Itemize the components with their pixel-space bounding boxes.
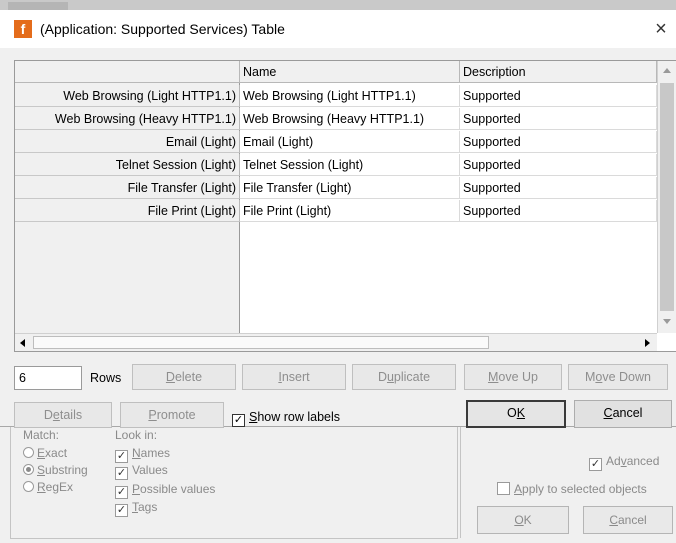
radio-icon bbox=[23, 447, 34, 458]
checkmark-icon: ✓ bbox=[589, 458, 602, 471]
match-regex-radio[interactable]: RegEx bbox=[23, 480, 73, 494]
find-ok-button[interactable]: OK bbox=[477, 506, 569, 534]
cell-name[interactable]: File Print (Light) bbox=[240, 200, 460, 222]
table-corner-header[interactable] bbox=[15, 61, 240, 83]
background-window-edge bbox=[8, 2, 68, 10]
column-header-description[interactable]: Description bbox=[460, 61, 657, 83]
dialog-title: (Application: Supported Services) Table bbox=[40, 21, 285, 37]
match-exact-radio[interactable]: Exact bbox=[23, 446, 67, 460]
row-label[interactable]: File Print (Light) bbox=[15, 200, 240, 222]
look-in-names-checkbox[interactable]: ✓ Names bbox=[115, 446, 170, 463]
match-substring-radio[interactable]: Substring bbox=[23, 463, 88, 477]
details-button[interactable]: Details bbox=[14, 402, 112, 428]
row-label[interactable]: Email (Light) bbox=[15, 131, 240, 153]
ok-button[interactable]: OK bbox=[466, 400, 566, 428]
delete-button[interactable]: Delete bbox=[132, 364, 236, 390]
move-up-button[interactable]: Move Up bbox=[464, 364, 562, 390]
cell-name[interactable]: File Transfer (Light) bbox=[240, 177, 460, 199]
horizontal-scrollbar[interactable] bbox=[15, 333, 657, 351]
checkmark-icon: ✓ bbox=[115, 486, 128, 499]
rows-label: Rows bbox=[90, 371, 122, 385]
close-icon[interactable]: × bbox=[650, 16, 672, 42]
insert-button[interactable]: Insert bbox=[242, 364, 346, 390]
horizontal-scroll-thumb[interactable] bbox=[33, 336, 489, 349]
scroll-down-arrow-icon[interactable] bbox=[663, 319, 671, 324]
cell-name[interactable]: Telnet Session (Light) bbox=[240, 154, 460, 176]
row-label[interactable]: Telnet Session (Light) bbox=[15, 154, 240, 176]
cell-name[interactable]: Email (Light) bbox=[240, 131, 460, 153]
checkmark-icon: ✓ bbox=[115, 467, 128, 480]
cancel-button[interactable]: Cancel bbox=[574, 400, 672, 428]
look-in-values-checkbox[interactable]: ✓ Values bbox=[115, 463, 168, 480]
advanced-checkbox[interactable]: ✓ Advanced bbox=[589, 454, 659, 471]
column-header-name[interactable]: Name bbox=[240, 61, 460, 83]
checkbox-icon bbox=[497, 482, 510, 495]
table-dialog: f (Application: Supported Services) Tabl… bbox=[0, 10, 676, 428]
cell-description[interactable]: Supported bbox=[460, 154, 657, 176]
vertical-scrollbar[interactable] bbox=[657, 61, 676, 333]
look-in-label: Look in: bbox=[115, 428, 158, 442]
cell-description[interactable]: Supported bbox=[460, 131, 657, 153]
scroll-left-arrow-icon[interactable] bbox=[20, 339, 25, 347]
radio-selected-icon bbox=[23, 464, 34, 475]
cell-name[interactable]: Web Browsing (Light HTTP1.1) bbox=[240, 85, 460, 107]
row-label[interactable]: Web Browsing (Heavy HTTP1.1) bbox=[15, 108, 240, 130]
title-bar[interactable]: f (Application: Supported Services) Tabl… bbox=[0, 10, 676, 48]
scroll-up-arrow-icon[interactable] bbox=[663, 68, 671, 73]
services-table[interactable]: Name Description Web Browsing (Light HTT… bbox=[14, 60, 676, 352]
checkmark-icon: ✓ bbox=[232, 414, 245, 427]
show-row-labels-checkbox[interactable]: ✓ Show row labels bbox=[232, 410, 340, 427]
find-options-panel: Match: Look in: Exact Substring RegEx ✓ N… bbox=[10, 426, 458, 539]
find-actions-panel: ✓ Advanced Apply to selected objects OK C… bbox=[460, 426, 676, 538]
checkmark-icon: ✓ bbox=[115, 450, 128, 463]
radio-icon bbox=[23, 481, 34, 492]
cell-description[interactable]: Supported bbox=[460, 85, 657, 107]
rows-count-input[interactable]: 6 bbox=[14, 366, 82, 390]
duplicate-button[interactable]: Duplicate bbox=[352, 364, 456, 390]
promote-button[interactable]: Promote bbox=[120, 402, 224, 428]
cell-description[interactable]: Supported bbox=[460, 177, 657, 199]
cell-name[interactable]: Web Browsing (Heavy HTTP1.1) bbox=[240, 108, 460, 130]
row-label[interactable]: File Transfer (Light) bbox=[15, 177, 240, 199]
background-window-strip bbox=[0, 0, 676, 10]
apply-to-selected-checkbox[interactable]: Apply to selected objects bbox=[497, 482, 647, 496]
checkmark-icon: ✓ bbox=[115, 504, 128, 517]
cell-description[interactable]: Supported bbox=[460, 108, 657, 130]
application-icon: f bbox=[14, 20, 32, 38]
look-in-tags-checkbox[interactable]: ✓ Tags bbox=[115, 500, 157, 517]
move-down-button[interactable]: Move Down bbox=[568, 364, 668, 390]
find-cancel-button[interactable]: Cancel bbox=[583, 506, 673, 534]
look-in-possible-values-checkbox[interactable]: ✓ Possible values bbox=[115, 482, 215, 499]
match-label: Match: bbox=[23, 428, 60, 442]
scroll-right-arrow-icon[interactable] bbox=[645, 339, 650, 347]
vertical-scroll-thumb[interactable] bbox=[660, 83, 674, 311]
row-label[interactable]: Web Browsing (Light HTTP1.1) bbox=[15, 85, 240, 107]
cell-description[interactable]: Supported bbox=[460, 200, 657, 222]
